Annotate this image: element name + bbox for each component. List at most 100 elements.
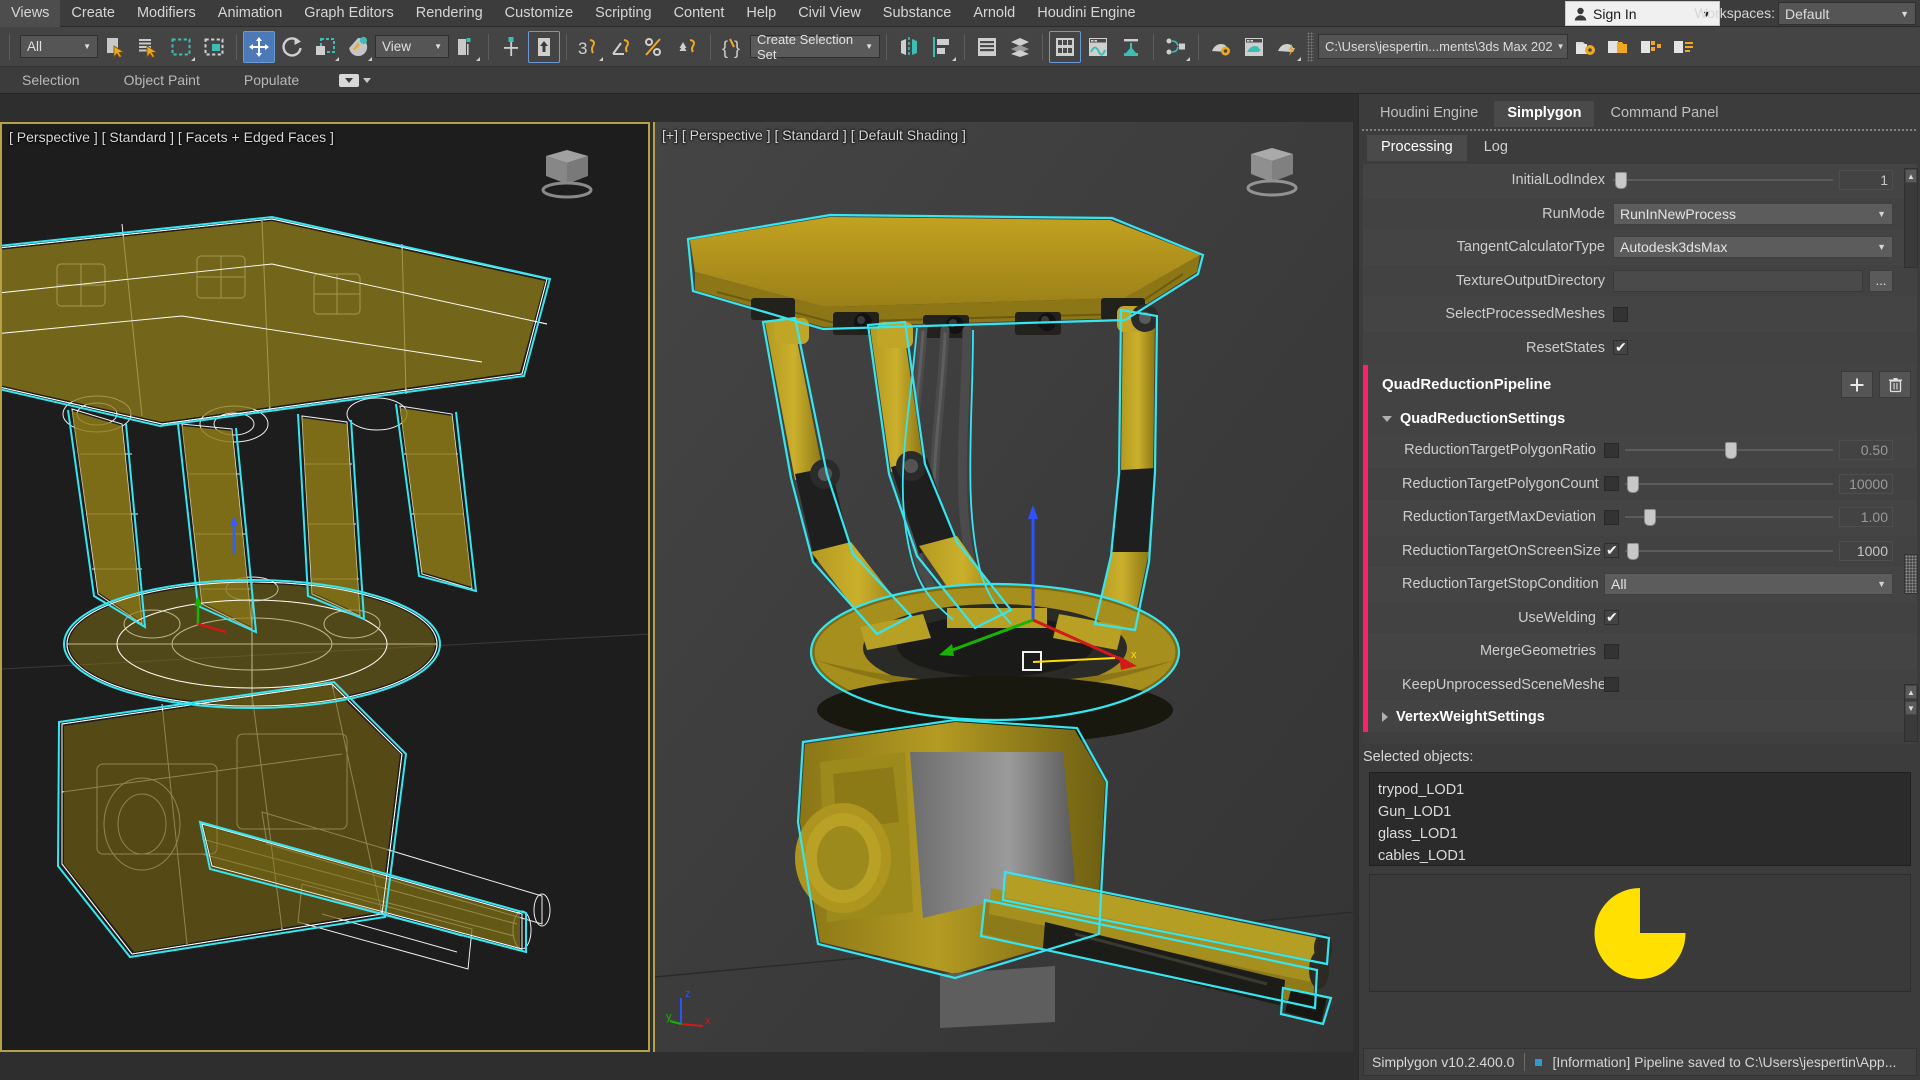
- project-structure-icon[interactable]: [1635, 31, 1667, 63]
- row-run-mode[interactable]: RunMode RunInNewProcess ▼: [1363, 197, 1917, 231]
- menu-content[interactable]: Content: [663, 0, 736, 27]
- row-reduction-target-on-screen-size[interactable]: ReductionTargetOnScreenSize 1000: [1368, 534, 1917, 568]
- input-texture-output-directory[interactable]: [1613, 269, 1863, 292]
- menu-animation[interactable]: Animation: [207, 0, 293, 27]
- slider-reduction-target-max-deviation[interactable]: [1625, 508, 1833, 527]
- schematic-view-icon[interactable]: [1115, 31, 1147, 63]
- chevron-down-icon[interactable]: [1382, 416, 1392, 422]
- edit-named-selection-sets-icon[interactable]: {}: [717, 31, 749, 63]
- render-production-icon[interactable]: [1271, 31, 1303, 63]
- viewport-left[interactable]: [ Perspective ] [ Standard ] [ Facets + …: [0, 122, 650, 1052]
- slider-reduction-target-on-screen-size[interactable]: [1625, 542, 1833, 560]
- checkbox-select-processed-meshes[interactable]: [1613, 306, 1628, 322]
- list-item[interactable]: cables_LOD1: [1378, 845, 1902, 865]
- row-reduction-target-polygon-count[interactable]: ReductionTargetPolygonCount 10000: [1368, 467, 1917, 501]
- ribbon-tab-object-paint[interactable]: Object Paint: [102, 67, 222, 94]
- row-merge-geometries[interactable]: MergeGeometries: [1368, 635, 1917, 669]
- create-selection-set-dropdown[interactable]: Create Selection Set ▼: [750, 32, 880, 62]
- curve-editor-icon[interactable]: [1082, 31, 1114, 63]
- delete-pipeline-button[interactable]: [1879, 371, 1911, 398]
- list-item[interactable]: glass_LOD1: [1378, 823, 1902, 845]
- checkbox-reduction-target-polygon-ratio[interactable]: [1604, 442, 1619, 458]
- sub-tab-processing[interactable]: Processing: [1367, 135, 1467, 161]
- open-project-folder-icon[interactable]: [1602, 31, 1634, 63]
- menu-graph-editors[interactable]: Graph Editors: [293, 0, 404, 27]
- render-setup-icon[interactable]: [1238, 31, 1270, 63]
- checkbox-reset-states[interactable]: [1613, 338, 1628, 356]
- select-and-scale-icon[interactable]: [309, 31, 341, 63]
- slider-knob[interactable]: [1643, 509, 1656, 527]
- chevron-right-icon[interactable]: [1382, 712, 1388, 722]
- menu-create[interactable]: Create: [60, 0, 126, 27]
- row-reset-states[interactable]: ResetStates: [1363, 331, 1917, 365]
- ribbon-tab-selection[interactable]: Selection: [0, 67, 102, 94]
- material-editor-icon[interactable]: [1205, 31, 1237, 63]
- scroll-up-icon[interactable]: ▲: [1905, 169, 1917, 183]
- menu-houdini-engine[interactable]: Houdini Engine: [1026, 0, 1146, 27]
- checkbox-reduction-target-polygon-count[interactable]: [1604, 476, 1619, 492]
- tab-simplygon[interactable]: Simplygon: [1494, 101, 1595, 127]
- rectangular-selection-region-icon[interactable]: [165, 31, 197, 63]
- menu-modifiers[interactable]: Modifiers: [126, 0, 207, 27]
- list-item[interactable]: Gun_LOD1: [1378, 801, 1902, 823]
- ribbon-tab-populate[interactable]: Populate: [222, 67, 321, 94]
- checkbox-merge-geometries[interactable]: [1604, 643, 1619, 659]
- checkbox-use-welding[interactable]: [1604, 608, 1619, 626]
- slider-reduction-target-polygon-count[interactable]: [1625, 475, 1833, 493]
- ribbon-dropdown-icon[interactable]: [339, 73, 372, 87]
- browse-texture-output-directory-button[interactable]: ...: [1869, 269, 1893, 292]
- value-initial-lod-index[interactable]: 1: [1839, 170, 1893, 191]
- scroll-down-icon[interactable]: ▼: [1905, 701, 1917, 715]
- value-reduction-target-polygon-ratio[interactable]: 0.50: [1839, 440, 1893, 461]
- scroll-up-icon[interactable]: ▲: [1905, 685, 1917, 699]
- checkbox-keep-unprocessed-scene-meshes[interactable]: [1604, 677, 1619, 693]
- select-by-name-icon[interactable]: [132, 31, 164, 63]
- row-tangent-calculator-type[interactable]: TangentCalculatorType Autodesk3dsMax ▼: [1363, 231, 1917, 265]
- reference-coordinate-dropdown[interactable]: View ▼: [375, 35, 449, 58]
- row-initial-lod-index[interactable]: InitialLodIndex 1: [1363, 164, 1917, 198]
- project-path-dropdown[interactable]: C:\Users\jespertin...ments\3ds Max 202 ▼: [1318, 34, 1568, 59]
- row-reduction-target-stop-condition[interactable]: ReductionTargetStopCondition All ▼: [1368, 568, 1917, 602]
- mirror-icon[interactable]: [893, 31, 925, 63]
- percent-snap-toggle-icon[interactable]: [639, 31, 671, 63]
- select-and-manipulate-icon[interactable]: [495, 31, 527, 63]
- settings-scroll-thumb[interactable]: [1904, 554, 1918, 594]
- settings-scrollbar-top[interactable]: ▲: [1904, 168, 1918, 268]
- selection-filter-dropdown[interactable]: All ▼: [20, 35, 98, 58]
- slider-knob[interactable]: [1627, 542, 1640, 560]
- row-select-processed-meshes[interactable]: SelectProcessedMeshes: [1363, 298, 1917, 332]
- tab-command-panel[interactable]: Command Panel: [1597, 101, 1731, 127]
- toggle-ribbon-icon[interactable]: [1049, 30, 1081, 63]
- project-manage-icon[interactable]: [1668, 31, 1700, 63]
- checkbox-reduction-target-max-deviation[interactable]: [1604, 509, 1619, 525]
- menu-help[interactable]: Help: [735, 0, 787, 27]
- window-crossing-icon[interactable]: [198, 31, 230, 63]
- keyboard-shortcut-override-icon[interactable]: [528, 30, 560, 63]
- settings-scrollbar-bottom[interactable]: ▲ ▼: [1904, 684, 1918, 742]
- group-header-vertex-weight-settings[interactable]: VertexWeightSettings: [1363, 702, 1917, 732]
- layer-explorer-icon[interactable]: [971, 31, 1003, 63]
- use-pivot-point-center-icon[interactable]: [450, 31, 482, 63]
- menu-substance[interactable]: Substance: [872, 0, 963, 27]
- tab-houdini-engine[interactable]: Houdini Engine: [1367, 101, 1491, 127]
- align-icon[interactable]: [926, 31, 958, 63]
- value-reduction-target-on-screen-size[interactable]: 1000: [1839, 540, 1893, 561]
- dropdown-reduction-target-stop-condition[interactable]: All ▼: [1604, 573, 1893, 596]
- value-reduction-target-polygon-count[interactable]: 10000: [1839, 473, 1893, 494]
- slider-initial-lod-index[interactable]: [1613, 171, 1833, 190]
- particle-view-icon[interactable]: [1160, 31, 1192, 63]
- selected-objects-list[interactable]: trypod_LOD1 Gun_LOD1 glass_LOD1 cables_L…: [1369, 772, 1911, 866]
- row-use-welding[interactable]: UseWelding: [1368, 601, 1917, 635]
- angle-snap-toggle-icon[interactable]: [606, 31, 638, 63]
- row-texture-output-directory[interactable]: TextureOutputDirectory ...: [1363, 264, 1917, 298]
- select-and-place-icon[interactable]: [342, 31, 374, 63]
- list-item[interactable]: trypod_LOD1: [1378, 779, 1902, 801]
- menu-civil-view[interactable]: Civil View: [787, 0, 872, 27]
- menu-arnold[interactable]: Arnold: [962, 0, 1026, 27]
- viewcube-icon[interactable]: [1237, 144, 1307, 200]
- add-pipeline-button[interactable]: [1841, 371, 1873, 398]
- menu-scripting[interactable]: Scripting: [584, 0, 662, 27]
- slider-knob[interactable]: [1724, 442, 1737, 460]
- slider-reduction-target-polygon-ratio[interactable]: [1625, 441, 1833, 460]
- snaps-toggle-3d-icon[interactable]: 3: [573, 31, 605, 63]
